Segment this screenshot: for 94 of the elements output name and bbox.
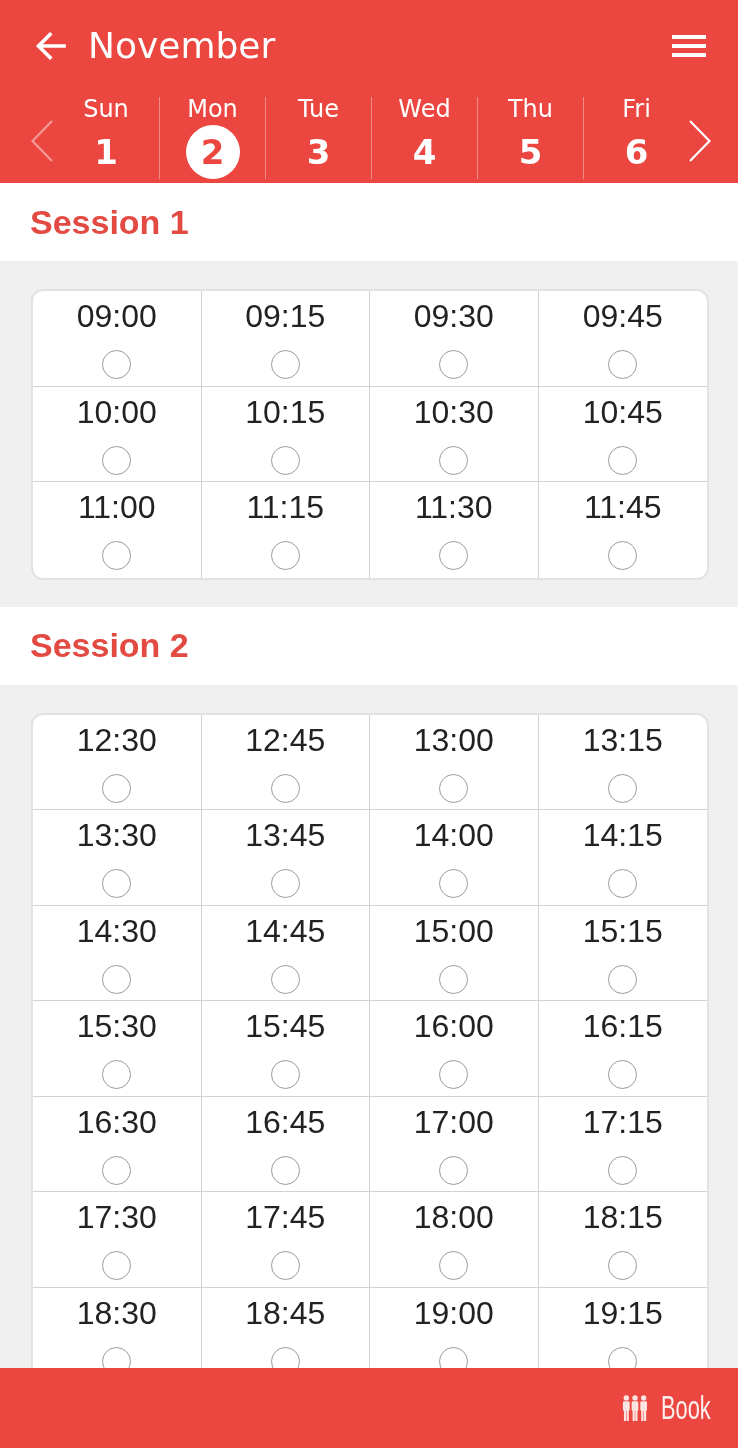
radio-button[interactable]: [270, 1251, 300, 1280]
slot-time: 17:00: [413, 1103, 494, 1140]
slot-time: 16:00: [413, 1008, 494, 1044]
slot-time: 09:15: [245, 298, 326, 334]
radio-button[interactable]: [270, 541, 300, 570]
slot-time: 18:00: [413, 1199, 494, 1235]
slot-time: 09:00: [76, 298, 157, 334]
radio-button[interactable]: [608, 1060, 638, 1089]
slot-time: 10:30: [413, 393, 494, 430]
radio-button[interactable]: [608, 1346, 638, 1368]
people-icon: [621, 1395, 648, 1421]
slot-time: 11:45: [583, 489, 662, 525]
day-tab[interactable]: Mon 2: [159, 97, 265, 179]
slot-time: 15:15: [582, 912, 663, 949]
radio-button[interactable]: [608, 541, 638, 570]
slot-time: 13:15: [582, 721, 663, 758]
radio-button[interactable]: [439, 350, 469, 379]
radio-button[interactable]: [102, 964, 132, 994]
slot-time: 09:45: [582, 298, 663, 334]
slot-time: 10:15: [245, 393, 326, 430]
radio-button[interactable]: [102, 1251, 132, 1280]
day-tab[interactable]: Sun 1: [53, 97, 159, 179]
day-tab[interactable]: Wed 4: [371, 97, 477, 179]
slot-time: 19:00: [413, 1294, 494, 1331]
slot-time: 12:45: [245, 721, 326, 758]
slot-time: 17:15: [582, 1103, 663, 1140]
radio-button[interactable]: [102, 350, 132, 379]
slot-time: 15:00: [413, 912, 494, 949]
radio-button[interactable]: [270, 1155, 300, 1185]
slot-time: 09:30: [413, 298, 494, 334]
radio-button[interactable]: [608, 964, 638, 994]
slot-time: 14:30: [76, 912, 157, 949]
section-title: Session 2: [30, 625, 189, 666]
radio-button[interactable]: [608, 1155, 638, 1185]
slot-time: 11:30: [414, 489, 493, 525]
radio-button[interactable]: [608, 773, 638, 803]
section-title: Session 1: [30, 201, 189, 243]
slot-time: 13:00: [413, 721, 494, 758]
slot-time: 16:15: [582, 1008, 663, 1044]
slot-time: 15:45: [245, 1008, 326, 1044]
radio-button[interactable]: [439, 773, 469, 803]
slot-time: 10:00: [76, 393, 157, 430]
slot-time: 14:00: [413, 817, 494, 853]
radio-button[interactable]: [102, 1346, 132, 1368]
radio-button[interactable]: [270, 1346, 300, 1368]
chevron-right-icon[interactable]: [689, 120, 711, 162]
slot-time: 13:45: [245, 817, 326, 853]
radio-button[interactable]: [102, 1060, 132, 1089]
day-tab[interactable]: Thu 5: [477, 97, 583, 179]
slot-time: 12:30: [76, 721, 157, 758]
slot-time: 15:30: [76, 1008, 157, 1044]
radio-button[interactable]: [270, 1060, 300, 1089]
radio-button[interactable]: [439, 541, 469, 570]
radio-button[interactable]: [102, 1155, 132, 1185]
radio-button[interactable]: [102, 541, 132, 570]
slot-time: 16:45: [245, 1103, 326, 1140]
radio-button[interactable]: [608, 869, 638, 898]
menu-icon[interactable]: [672, 35, 706, 57]
slot-time: 17:30: [76, 1199, 157, 1235]
slot-time: 11:15: [246, 489, 325, 525]
slot-time: 13:30: [76, 817, 157, 853]
day-tab[interactable]: Tue 3: [265, 97, 371, 179]
radio-button[interactable]: [270, 350, 300, 379]
radio-button[interactable]: [608, 445, 638, 475]
slot-time: 16:30: [76, 1103, 157, 1140]
radio-button[interactable]: [102, 773, 132, 803]
slot-time: 14:45: [245, 912, 326, 949]
slot-time: 11:00: [77, 489, 156, 525]
radio-button[interactable]: [439, 1155, 469, 1185]
radio-button[interactable]: [270, 773, 300, 803]
radio-button[interactable]: [439, 1060, 469, 1089]
radio-button[interactable]: [270, 445, 300, 475]
radio-button[interactable]: [439, 1251, 469, 1280]
radio-button[interactable]: [439, 445, 469, 475]
radio-button[interactable]: [608, 1251, 638, 1280]
slot-time: 10:45: [582, 393, 663, 430]
slot-time: 17:45: [245, 1199, 326, 1235]
slot-time: 18:30: [76, 1294, 157, 1331]
radio-button[interactable]: [270, 964, 300, 994]
slot-time: 18:15: [582, 1199, 663, 1235]
slot-time: 19:15: [582, 1294, 663, 1331]
book-button[interactable]: Book: [621, 1389, 711, 1427]
radio-button[interactable]: [439, 964, 469, 994]
radio-button[interactable]: [439, 869, 469, 898]
radio-button[interactable]: [439, 1346, 469, 1368]
back-arrow-icon[interactable]: [36, 32, 66, 60]
radio-button[interactable]: [608, 350, 638, 379]
radio-button[interactable]: [102, 445, 132, 475]
radio-button[interactable]: [102, 869, 132, 898]
slot-time: 18:45: [245, 1294, 326, 1331]
month-title: November: [88, 24, 277, 68]
day-tab[interactable]: Fri 6: [583, 97, 689, 179]
slot-time: 14:15: [582, 817, 663, 853]
radio-button[interactable]: [270, 869, 300, 898]
